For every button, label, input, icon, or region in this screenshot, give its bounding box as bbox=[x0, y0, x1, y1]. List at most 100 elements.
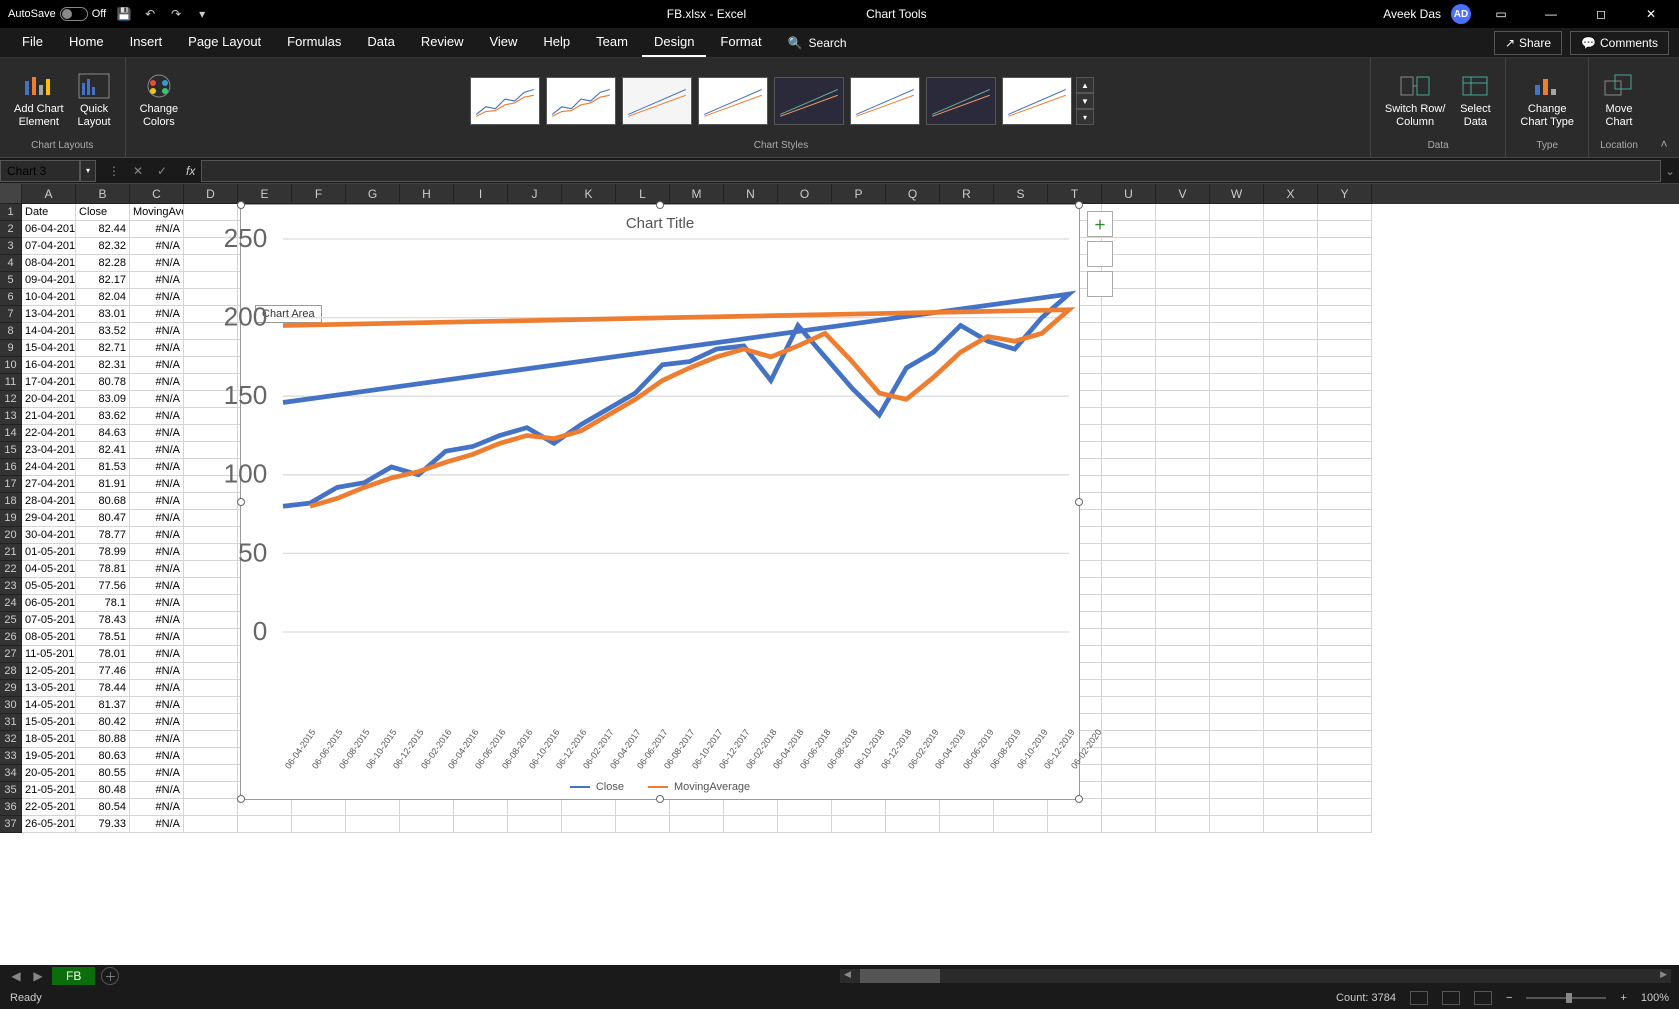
column-header[interactable]: W bbox=[1210, 184, 1264, 204]
save-icon[interactable]: 💾 bbox=[116, 6, 132, 22]
cell[interactable] bbox=[1210, 680, 1264, 697]
cell[interactable] bbox=[1156, 391, 1210, 408]
cell[interactable] bbox=[1210, 476, 1264, 493]
cell[interactable] bbox=[1210, 510, 1264, 527]
cell[interactable] bbox=[1318, 357, 1372, 374]
cell[interactable]: #N/A bbox=[130, 357, 184, 374]
cell[interactable] bbox=[994, 816, 1048, 833]
cell[interactable]: 13-05-2015 bbox=[22, 680, 76, 697]
cell[interactable]: #N/A bbox=[130, 459, 184, 476]
cell[interactable] bbox=[1156, 221, 1210, 238]
cell[interactable] bbox=[1318, 238, 1372, 255]
cell[interactable] bbox=[1102, 680, 1156, 697]
cell[interactable] bbox=[454, 816, 508, 833]
cell[interactable] bbox=[1210, 612, 1264, 629]
tab-view[interactable]: View bbox=[477, 28, 529, 57]
cell[interactable] bbox=[832, 799, 886, 816]
tab-help[interactable]: Help bbox=[531, 28, 582, 57]
chart-handle[interactable] bbox=[656, 795, 664, 803]
cell[interactable]: #N/A bbox=[130, 646, 184, 663]
cell[interactable] bbox=[1210, 544, 1264, 561]
row-header[interactable]: 29 bbox=[0, 680, 22, 697]
cell[interactable] bbox=[1210, 714, 1264, 731]
cell[interactable] bbox=[1318, 646, 1372, 663]
column-header[interactable]: T bbox=[1048, 184, 1102, 204]
cell[interactable]: #N/A bbox=[130, 238, 184, 255]
column-header[interactable]: K bbox=[562, 184, 616, 204]
styles-more[interactable]: ▾ bbox=[1076, 109, 1094, 125]
cell[interactable]: 77.46 bbox=[76, 663, 130, 680]
cell[interactable] bbox=[1102, 493, 1156, 510]
cell[interactable] bbox=[1318, 748, 1372, 765]
cell[interactable] bbox=[1156, 782, 1210, 799]
cell[interactable] bbox=[1318, 714, 1372, 731]
cell[interactable] bbox=[1102, 714, 1156, 731]
cell[interactable] bbox=[1102, 612, 1156, 629]
cell[interactable]: 83.62 bbox=[76, 408, 130, 425]
cell[interactable] bbox=[1156, 612, 1210, 629]
cell[interactable] bbox=[940, 799, 994, 816]
cell[interactable] bbox=[1102, 527, 1156, 544]
cell[interactable] bbox=[1264, 408, 1318, 425]
row-header[interactable]: 10 bbox=[0, 357, 22, 374]
row-header[interactable]: 37 bbox=[0, 816, 22, 833]
row-header[interactable]: 35 bbox=[0, 782, 22, 799]
cell[interactable] bbox=[1102, 459, 1156, 476]
cell[interactable] bbox=[184, 765, 238, 782]
cell[interactable] bbox=[1264, 782, 1318, 799]
cell[interactable] bbox=[886, 816, 940, 833]
cell[interactable] bbox=[184, 680, 238, 697]
column-header[interactable]: E bbox=[238, 184, 292, 204]
column-header[interactable]: A bbox=[22, 184, 76, 204]
cell[interactable] bbox=[1264, 272, 1318, 289]
switch-row-column-button[interactable]: Switch Row/ Column bbox=[1379, 71, 1452, 131]
cell[interactable] bbox=[1318, 697, 1372, 714]
row-header[interactable]: 25 bbox=[0, 612, 22, 629]
comments-button[interactable]: 💬 Comments bbox=[1570, 31, 1669, 55]
cell[interactable]: 81.37 bbox=[76, 697, 130, 714]
cell[interactable] bbox=[1102, 782, 1156, 799]
cell[interactable] bbox=[1264, 374, 1318, 391]
cell[interactable] bbox=[1210, 357, 1264, 374]
row-header[interactable]: 5 bbox=[0, 272, 22, 289]
column-header[interactable]: V bbox=[1156, 184, 1210, 204]
avatar[interactable]: AD bbox=[1451, 4, 1471, 24]
cell[interactable] bbox=[1156, 748, 1210, 765]
cell[interactable] bbox=[1264, 748, 1318, 765]
cell[interactable] bbox=[1156, 765, 1210, 782]
cell[interactable]: 28-04-2015 bbox=[22, 493, 76, 510]
row-header[interactable]: 31 bbox=[0, 714, 22, 731]
collapse-ribbon-icon[interactable]: ˄ bbox=[1660, 137, 1667, 151]
cell[interactable]: #N/A bbox=[130, 272, 184, 289]
cell[interactable] bbox=[1156, 544, 1210, 561]
cell[interactable] bbox=[1102, 442, 1156, 459]
cell[interactable] bbox=[184, 646, 238, 663]
cell[interactable]: 78.81 bbox=[76, 561, 130, 578]
close-button[interactable]: ✕ bbox=[1631, 0, 1671, 28]
row-header[interactable]: 36 bbox=[0, 799, 22, 816]
cell[interactable]: 15-04-2015 bbox=[22, 340, 76, 357]
cancel-formula-icon[interactable]: ✕ bbox=[128, 161, 148, 181]
cell[interactable]: #N/A bbox=[130, 799, 184, 816]
cell[interactable]: 04-05-2015 bbox=[22, 561, 76, 578]
cell[interactable]: 19-05-2015 bbox=[22, 748, 76, 765]
cell[interactable] bbox=[832, 816, 886, 833]
cell[interactable] bbox=[1156, 578, 1210, 595]
row-header[interactable]: 19 bbox=[0, 510, 22, 527]
cell[interactable]: 23-04-2015 bbox=[22, 442, 76, 459]
row-header[interactable]: 14 bbox=[0, 425, 22, 442]
cell[interactable] bbox=[1156, 561, 1210, 578]
chart-handle[interactable] bbox=[237, 795, 245, 803]
cell[interactable]: 78.77 bbox=[76, 527, 130, 544]
styles-scroll-up[interactable]: ▲ bbox=[1076, 77, 1094, 93]
cell[interactable] bbox=[994, 799, 1048, 816]
cell[interactable]: #N/A bbox=[130, 493, 184, 510]
cell[interactable] bbox=[1156, 714, 1210, 731]
cell[interactable] bbox=[1210, 391, 1264, 408]
cell[interactable] bbox=[1264, 544, 1318, 561]
cell[interactable] bbox=[1156, 340, 1210, 357]
cell[interactable]: 08-04-2015 bbox=[22, 255, 76, 272]
chart-style-1[interactable] bbox=[470, 77, 540, 125]
cell[interactable] bbox=[1210, 816, 1264, 833]
row-header[interactable]: 26 bbox=[0, 629, 22, 646]
